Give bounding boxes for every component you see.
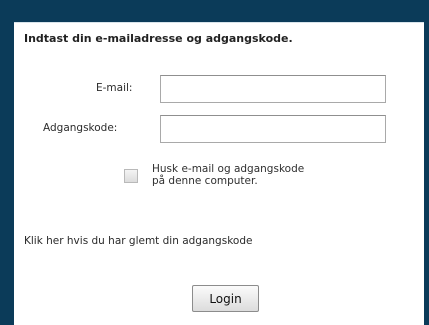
password-input[interactable] — [160, 115, 386, 143]
email-label: E-mail: — [96, 82, 133, 94]
remember-me-checkbox[interactable] — [124, 169, 138, 183]
remember-me-label[interactable]: Husk e-mail og adgangskode på denne comp… — [152, 163, 304, 187]
password-label: Adgangskode: — [43, 122, 118, 134]
forgot-password-link[interactable]: Klik her hvis du har glemt din adgangsko… — [24, 235, 252, 247]
login-heading: Indtast din e-mailadresse og adgangskode… — [24, 32, 293, 45]
remember-me-label-line-1: Husk e-mail og adgangskode — [152, 163, 305, 175]
panel-top-edge — [14, 22, 424, 23]
remember-me-label-line-2: på denne computer. — [152, 175, 258, 187]
email-input[interactable] — [160, 75, 386, 103]
login-button[interactable]: Login — [192, 285, 259, 312]
